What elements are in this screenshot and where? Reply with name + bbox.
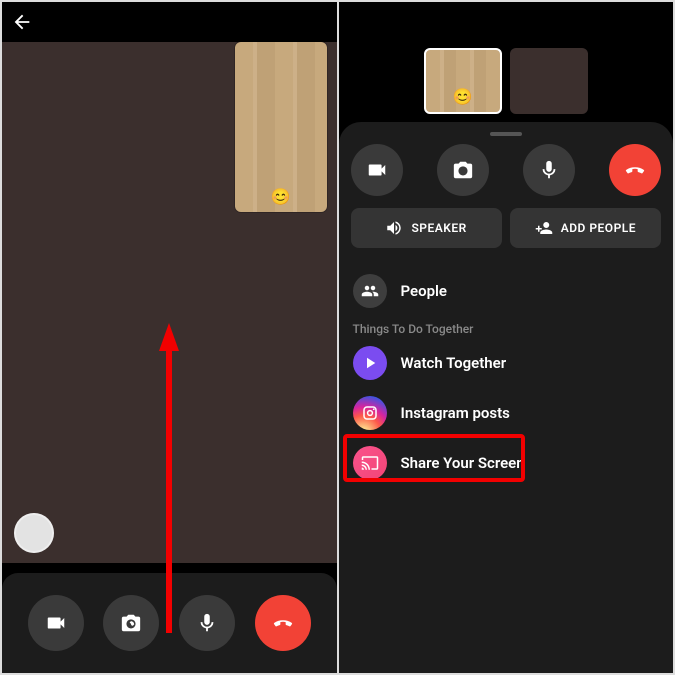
- speaker-icon: [385, 219, 403, 237]
- participant-thumb-self[interactable]: 😊: [424, 48, 502, 114]
- instagram-posts-label: Instagram posts: [401, 404, 510, 422]
- sheet-controls-row: [351, 144, 662, 196]
- call-controls-bar: [2, 573, 337, 673]
- phone-end-icon: [272, 612, 294, 634]
- watch-together-icon: [353, 346, 387, 380]
- flip-camera-button[interactable]: [437, 144, 489, 196]
- mic-toggle-button[interactable]: [179, 595, 235, 651]
- people-label: People: [401, 282, 448, 300]
- add-people-button[interactable]: ADD PEOPLE: [510, 208, 661, 248]
- speaker-label: SPEAKER: [411, 221, 466, 235]
- people-icon: [353, 274, 387, 308]
- watch-together-label: Watch Together: [401, 354, 507, 372]
- speaker-button[interactable]: SPEAKER: [351, 208, 502, 248]
- camera-toggle-button[interactable]: [28, 595, 84, 651]
- share-screen-label: Share Your Screen: [401, 454, 525, 472]
- smile-icon: 😊: [271, 186, 291, 206]
- play-icon: [361, 354, 379, 372]
- hangup-button[interactable]: [609, 144, 661, 196]
- cast-icon: [361, 454, 379, 472]
- participant-thumb-other[interactable]: [510, 48, 588, 114]
- group-icon: [361, 282, 379, 300]
- sheet-handle[interactable]: [490, 132, 522, 136]
- camera-toggle-button[interactable]: [351, 144, 403, 196]
- phone-right: 😊: [338, 0, 675, 675]
- microphone-icon: [196, 612, 218, 634]
- back-button[interactable]: [8, 8, 36, 36]
- instagram-icon: [353, 396, 387, 430]
- flip-camera-button[interactable]: [103, 595, 159, 651]
- microphone-icon: [538, 159, 560, 181]
- instagram-posts-item[interactable]: Instagram posts: [351, 388, 662, 438]
- arrow-left-icon: [11, 11, 33, 33]
- people-item[interactable]: People: [351, 266, 662, 316]
- watch-together-item[interactable]: Watch Together: [351, 338, 662, 388]
- camera-flip-icon: [452, 159, 474, 181]
- video-camera-icon: [366, 159, 388, 181]
- mic-toggle-button[interactable]: [523, 144, 575, 196]
- left-header: [2, 2, 337, 42]
- video-camera-icon: [45, 612, 67, 634]
- phone-left: 😊: [0, 0, 338, 675]
- participants-strip: 😊: [339, 2, 674, 122]
- phone-end-icon: [624, 159, 646, 181]
- self-video-thumbnail[interactable]: 😊: [235, 42, 327, 212]
- share-screen-item[interactable]: Share Your Screen: [351, 438, 662, 488]
- smile-icon: 😊: [453, 86, 473, 106]
- share-screen-icon: [353, 446, 387, 480]
- hangup-button[interactable]: [255, 595, 311, 651]
- camera-flip-icon: [120, 612, 142, 634]
- add-people-label: ADD PEOPLE: [561, 221, 636, 235]
- call-options-sheet: SPEAKER ADD PEOPLE People Things To Do T…: [339, 122, 674, 673]
- instagram-glyph-icon: [361, 404, 379, 422]
- secondary-buttons-row: SPEAKER ADD PEOPLE: [351, 208, 662, 248]
- shutter-button[interactable]: [14, 513, 54, 553]
- add-people-icon: [535, 219, 553, 237]
- section-title: Things To Do Together: [351, 316, 662, 338]
